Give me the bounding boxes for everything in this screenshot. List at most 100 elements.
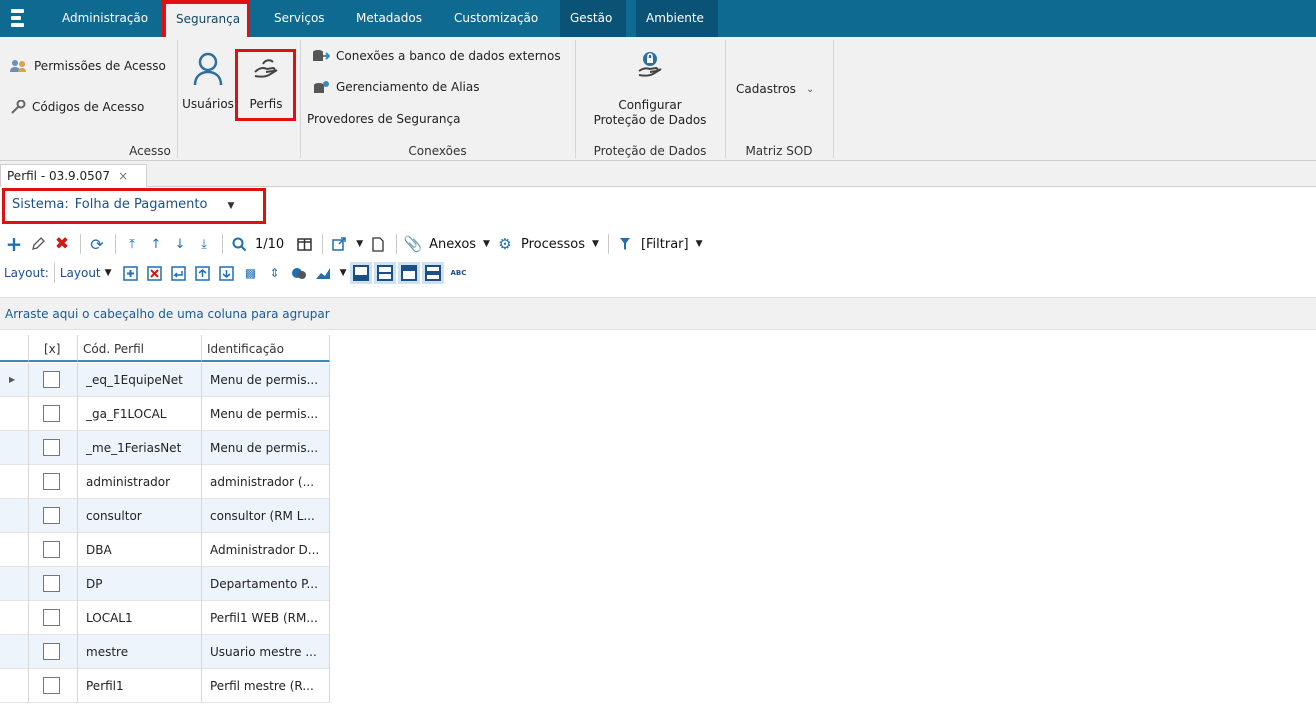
table-row[interactable]: administrador administrador (...: [0, 465, 330, 499]
edit-icon[interactable]: [27, 233, 49, 255]
tab-metadados[interactable]: Metadados: [346, 0, 432, 37]
cod-perfil-cell: LOCAL1: [78, 601, 202, 635]
row-checkbox[interactable]: [43, 439, 60, 456]
row-checkbox[interactable]: [43, 405, 60, 422]
cadastros-dropdown[interactable]: Cadastros ⌄: [736, 82, 814, 96]
delete-icon[interactable]: ✖: [51, 233, 73, 255]
column-header-cod-perfil[interactable]: Cód. Perfil: [78, 335, 202, 362]
table-row[interactable]: Perfil1 Perfil mestre (R...: [0, 669, 330, 703]
row-checkbox[interactable]: [43, 371, 60, 388]
provedores-seguranca-label: Provedores de Segurança: [307, 112, 461, 126]
paperclip-icon: 📎: [403, 235, 423, 253]
table-row[interactable]: LOCAL1 Perfil1 WEB (RM...: [0, 601, 330, 635]
document-tab[interactable]: Perfil - 03.9.0507 ×: [0, 164, 147, 187]
users-key-icon: [10, 60, 26, 72]
divider: [725, 40, 726, 158]
gerenciamento-alias-button[interactable]: Gerenciamento de Alias: [312, 80, 479, 94]
usuarios-button[interactable]: Usuários: [182, 52, 234, 112]
view-top-icon[interactable]: [398, 262, 421, 284]
tab-administracao[interactable]: Administração: [52, 0, 158, 37]
table-row[interactable]: ▶ _eq_1EquipeNet Menu de permis...: [0, 363, 330, 397]
view-split-icon[interactable]: [374, 262, 397, 284]
app-logo-icon[interactable]: [9, 8, 27, 28]
table-row[interactable]: _me_1FeriasNet Menu de permis...: [0, 431, 330, 465]
protecao-dados-label: Proteção de Dados: [593, 113, 707, 127]
refresh-icon[interactable]: ⟳: [86, 233, 108, 255]
table-row[interactable]: DP Departamento P...: [0, 567, 330, 601]
configurar-protecao-button[interactable]: Configurar Proteção de Dados: [580, 51, 720, 128]
remove-column-icon[interactable]: [144, 262, 166, 284]
table-row[interactable]: DBA Administrador D...: [0, 533, 330, 567]
row-checkbox[interactable]: [43, 643, 60, 660]
tab-customizacao[interactable]: Customização: [444, 0, 548, 37]
add-column-icon[interactable]: [120, 262, 142, 284]
last-record-icon[interactable]: ⤓: [193, 233, 215, 255]
codigos-acesso-button[interactable]: Códigos de Acesso: [10, 100, 144, 114]
table-row[interactable]: mestre Usuario mestre ...: [0, 635, 330, 669]
tab-servicos[interactable]: Serviços: [264, 0, 335, 37]
open-external-icon[interactable]: [328, 233, 350, 255]
conexoes-bd-externos-button[interactable]: Conexões a banco de dados externos: [312, 49, 561, 63]
next-record-icon[interactable]: ↓: [169, 233, 191, 255]
chevron-down-icon[interactable]: ▼: [592, 239, 599, 249]
column-left-icon[interactable]: [168, 262, 190, 284]
row-checkbox[interactable]: [43, 507, 60, 524]
column-header-identificacao[interactable]: Identificação: [202, 335, 330, 362]
row-checkbox[interactable]: [43, 541, 60, 558]
codigos-acesso-label: Códigos de Acesso: [32, 100, 145, 114]
chevron-down-icon[interactable]: ▼: [696, 239, 703, 249]
columns-icon[interactable]: [293, 233, 315, 255]
filtrar-button[interactable]: [Filtrar]: [641, 237, 689, 252]
column-header-select[interactable]: [x]: [29, 335, 78, 362]
view-bottom-icon[interactable]: [350, 262, 373, 284]
permissoes-acesso-button[interactable]: Permissões de Acesso: [10, 59, 166, 73]
row-checkbox[interactable]: [43, 575, 60, 592]
chevron-down-icon[interactable]: ▼: [340, 268, 347, 278]
move-down-icon[interactable]: [216, 262, 238, 284]
processos-button[interactable]: Processos: [521, 237, 585, 252]
chart-icon[interactable]: [312, 262, 334, 284]
chevron-down-icon[interactable]: ▼: [356, 239, 363, 249]
row-indicator-header: [0, 335, 29, 362]
dropdown-arrow-icon[interactable]: ▼: [227, 201, 234, 211]
color-icon[interactable]: [288, 262, 310, 284]
identificacao-cell: Perfil mestre (R...: [202, 669, 330, 703]
anexos-button[interactable]: Anexos: [429, 237, 476, 252]
add-icon[interactable]: +: [3, 232, 25, 256]
divider: [53, 263, 55, 283]
abc-icon[interactable]: ABC: [450, 269, 466, 277]
row-checkbox[interactable]: [43, 677, 60, 694]
ribbon: Permissões de Acesso Códigos de Acesso U…: [0, 37, 1316, 161]
first-record-icon[interactable]: ⤒: [121, 233, 143, 255]
sistema-selector[interactable]: Sistema: Folha de Pagamento ▼: [12, 197, 234, 212]
row-checkbox[interactable]: [43, 473, 60, 490]
insert-row-icon[interactable]: ⇕: [264, 262, 286, 284]
database-external-icon: [313, 50, 330, 61]
chevron-down-icon[interactable]: ▼: [483, 239, 490, 249]
chevron-down-icon[interactable]: ▼: [105, 268, 112, 278]
row-indicator-cell: [0, 533, 29, 567]
table-row[interactable]: consultor consultor (RM L...: [0, 499, 330, 533]
tab-seguranca[interactable]: Segurança: [166, 4, 251, 37]
group-by-hint: Arraste aqui o cabeçalho de uma coluna p…: [5, 307, 330, 321]
search-icon[interactable]: [228, 233, 250, 255]
document-tab-title: Perfil - 03.9.0507: [7, 169, 111, 183]
document-icon[interactable]: [367, 233, 389, 255]
identificacao-cell: Menu de permis...: [202, 363, 330, 397]
cod-perfil-cell: consultor: [78, 499, 202, 533]
document-tab-strip: Perfil - 03.9.0507 ×: [0, 161, 1316, 187]
format-painter-icon[interactable]: ▩: [240, 262, 262, 284]
provedores-seguranca-button[interactable]: Provedores de Segurança: [307, 112, 460, 126]
layout-menu-button[interactable]: Layout: [60, 266, 101, 280]
group-by-area[interactable]: Arraste aqui o cabeçalho de uma coluna p…: [0, 297, 1316, 330]
move-up-icon[interactable]: [192, 262, 214, 284]
divider: [222, 234, 223, 254]
table-row[interactable]: _ga_F1LOCAL Menu de permis...: [0, 397, 330, 431]
view-middle-icon[interactable]: [422, 262, 445, 284]
row-checkbox[interactable]: [43, 609, 60, 626]
tab-gestao[interactable]: Gestão: [560, 0, 626, 37]
perfis-button[interactable]: Perfis: [240, 54, 292, 112]
previous-record-icon[interactable]: ↑: [145, 233, 167, 255]
tab-ambiente[interactable]: Ambiente: [636, 0, 718, 37]
close-icon[interactable]: ×: [118, 169, 128, 183]
